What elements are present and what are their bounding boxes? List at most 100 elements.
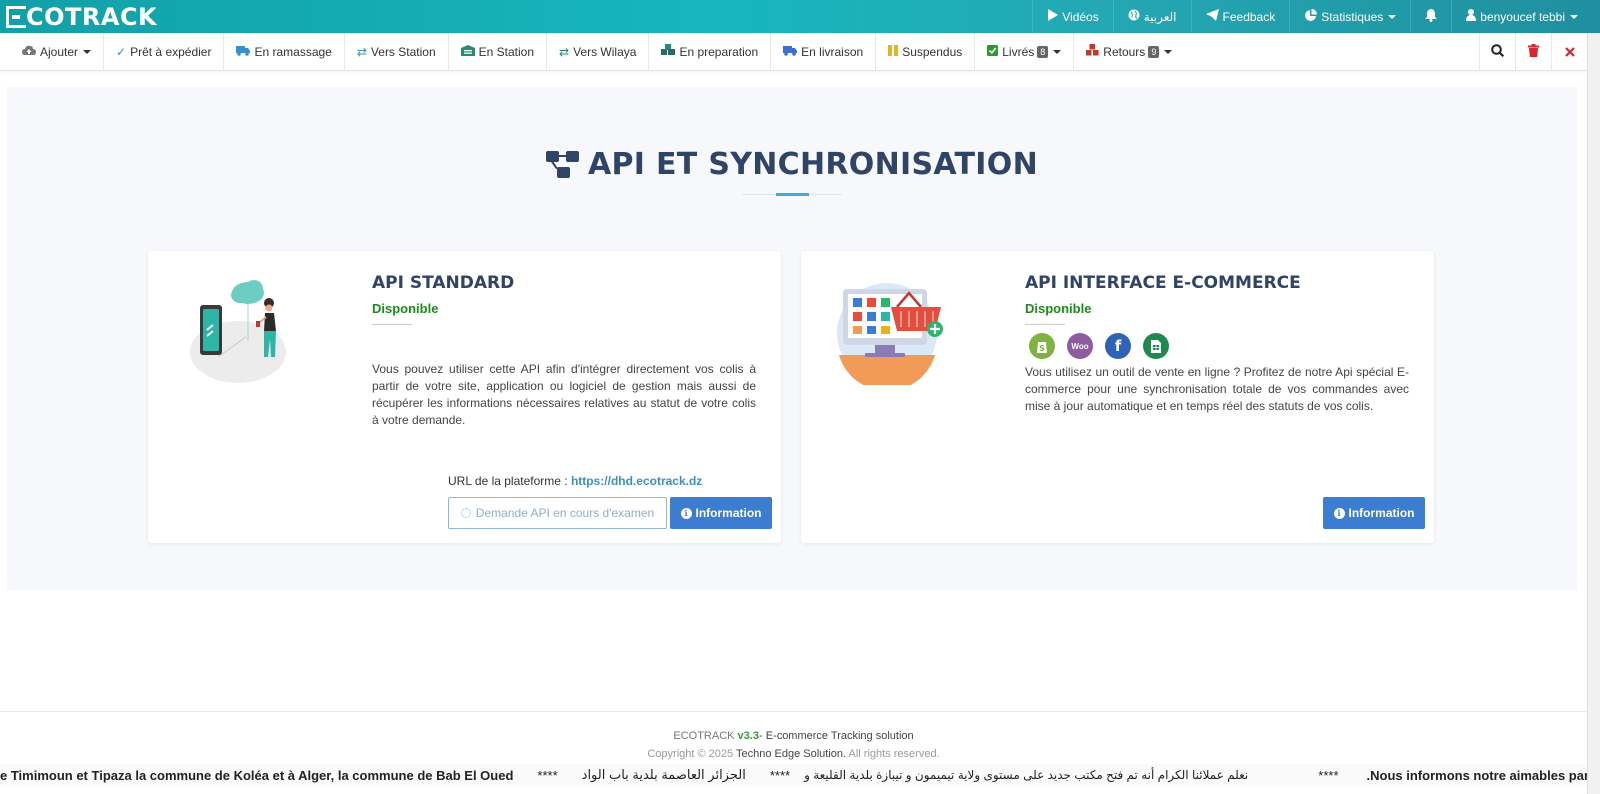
ticker-separator: **** (537, 767, 558, 783)
check-square-icon (987, 44, 999, 59)
statistics-dropdown[interactable]: Statistiques (1289, 0, 1410, 33)
card-title: API INTERFACE E-COMMERCE (1025, 273, 1301, 293)
tab-returns[interactable]: Retours 9 (1074, 33, 1184, 71)
platform-url-link[interactable]: https://dhd.ecotrack.dz (571, 474, 702, 488)
tab-label: Vers Station (370, 44, 436, 59)
ticker-segment: الجزائر العاصمة بلدية باب الواد (581, 767, 746, 782)
chevron-down-icon (1053, 49, 1062, 54)
check-icon: ✓ (116, 44, 127, 59)
tab-label: Prêt à expédier (130, 44, 212, 59)
tab-label: En ramassage (254, 44, 332, 59)
info-icon: i (1333, 507, 1345, 519)
cloud-upload-icon (22, 45, 36, 59)
ticker-separator: **** (769, 767, 791, 783)
status-badge: Disponible (372, 301, 439, 316)
page-title-text: API ET SYNCHRONISATION (588, 147, 1038, 182)
divider (372, 324, 412, 325)
tab-to-station[interactable]: ⇄ Vers Station (345, 32, 449, 71)
close-button[interactable] (1551, 33, 1587, 71)
logo[interactable]: COTRACK (6, 3, 158, 31)
spinner-icon (460, 508, 471, 518)
exchange-icon: ⇄ (356, 44, 367, 59)
information-label: Information (695, 506, 762, 520)
cubes-icon (1086, 44, 1099, 59)
tab-to-wilaya[interactable]: ⇄ Vers Wilaya (547, 32, 650, 71)
tab-label: Suspendus (902, 44, 963, 59)
videos-link[interactable]: Vidéos (1032, 0, 1112, 33)
footer-copyright: Copyright © 2025 (647, 748, 734, 760)
info-icon: i (680, 507, 692, 519)
platform-url-line: URL de la plateforme : https://dhd.ecotr… (448, 474, 702, 488)
tab-suspended[interactable]: Suspendus (876, 32, 976, 71)
title-divider-accent (776, 193, 809, 196)
tab-label: Vers Wilaya (573, 44, 637, 59)
footer-copyright-line: Copyright © 2025 Techno Edge Solution. A… (0, 748, 1587, 760)
footer-tagline: - E-commerce Tracking solution (758, 730, 914, 742)
arabic-language-link[interactable]: العربية (1112, 0, 1191, 33)
svg-text:S: S (1039, 344, 1045, 353)
user-icon (1466, 9, 1477, 24)
main-panel: API ET SYNCHRONISATION API STANDARD Disp… (7, 87, 1577, 590)
tab-ready-to-ship[interactable]: ✓ Prêt à expédier (104, 32, 225, 71)
user-name: benyoucef tebbi (1480, 9, 1565, 24)
vertical-scrollbar[interactable] (1587, 33, 1600, 794)
footer: ECOTRACK v3.3- E-commerce Tracking solut… (0, 711, 1587, 771)
pie-chart-icon (1304, 8, 1318, 25)
tab-in-delivery[interactable]: En livraison (771, 32, 877, 71)
tab-label: En Station (478, 44, 535, 59)
chevron-down-icon (1164, 49, 1173, 54)
tab-at-station[interactable]: En Station (449, 32, 548, 71)
tab-label: En livraison (801, 44, 864, 59)
exchange-icon: ⇄ (559, 44, 570, 59)
shopify-icon: S (1029, 333, 1055, 359)
information-button[interactable]: i Information (670, 497, 772, 529)
footer-brand-line: ECOTRACK v3.3- E-commerce Tracking solut… (0, 730, 1587, 742)
videos-label: Vidéos (1062, 9, 1099, 24)
ticker-separator: **** (1318, 767, 1339, 783)
tab-in-preparation[interactable]: En preparation (649, 32, 772, 71)
phone-sync-illustration (190, 280, 286, 383)
tab-label: En preparation (679, 44, 759, 59)
chevron-down-icon (83, 49, 92, 54)
globe-icon (1128, 9, 1140, 24)
delete-button[interactable] (1515, 33, 1551, 71)
footer-rights: All rights reserved. (848, 748, 940, 760)
information-button[interactable]: i Information (1323, 497, 1425, 529)
feedback-link[interactable]: Feedback (1190, 0, 1290, 33)
page-title: API ET SYNCHRONISATION (546, 147, 1038, 182)
notifications-button[interactable] (1410, 0, 1451, 33)
footer-brand: ECOTRACK (673, 730, 735, 742)
sitemap-icon (546, 150, 580, 179)
google-sheets-icon (1143, 333, 1169, 359)
pending-label: Demande API en cours d'examen (475, 506, 655, 520)
trash-icon (1528, 44, 1539, 60)
add-dropdown[interactable]: Ajouter (0, 32, 105, 71)
footer-version: v3.3 (737, 730, 759, 742)
chevron-down-icon (1570, 14, 1578, 19)
woocommerce-icon: Woo (1067, 333, 1093, 359)
feedback-label: Feedback (1222, 9, 1276, 24)
news-ticker: e Timimoun et Tipaza la commune de Koléa… (0, 764, 1587, 786)
api-request-pending-button[interactable]: Demande API en cours d'examen (448, 497, 667, 529)
ticker-segment: .Nous informons notre aimables parte (1366, 767, 1587, 783)
ticker-segment: e Timimoun et Tipaza la commune de Koléa… (0, 767, 514, 783)
search-button[interactable] (1479, 33, 1515, 71)
chevron-down-icon (1388, 14, 1397, 19)
tab-label: Retours (1103, 44, 1146, 59)
api-standard-card: API STANDARD Disponible Vous pouvez util… (148, 251, 781, 543)
tab-pickup[interactable]: En ramassage (224, 32, 345, 71)
divider (1025, 324, 1065, 325)
user-menu[interactable]: benyoucef tebbi (1451, 0, 1600, 33)
ecommerce-store-illustration (837, 283, 943, 385)
card-description: Vous utilisez un outil de vente en ligne… (1025, 365, 1409, 413)
pause-icon (888, 44, 899, 59)
bell-icon (1425, 8, 1438, 25)
status-toolbar: Ajouter ✓ Prêt à expédier En ramassage ⇄… (0, 32, 1587, 71)
status-badge: Disponible (1025, 301, 1092, 316)
logo-text: COTRACK (26, 3, 158, 31)
tab-delivered[interactable]: Livrés 8 (975, 32, 1075, 71)
information-label: Information (1348, 506, 1415, 520)
warehouse-icon (460, 44, 475, 59)
top-navbar: COTRACK Vidéos العربية Feedback Statisti… (0, 0, 1600, 33)
api-ecommerce-card: API INTERFACE E-COMMERCE Disponible S Wo… (801, 251, 1434, 543)
